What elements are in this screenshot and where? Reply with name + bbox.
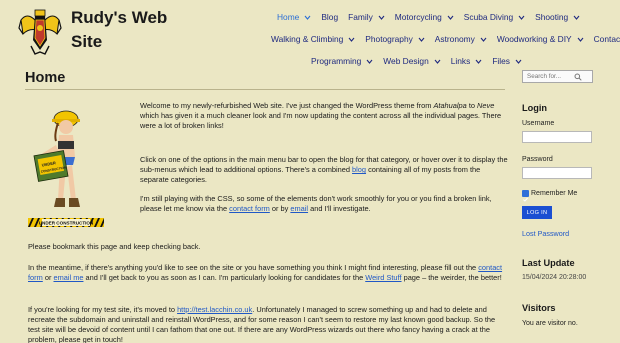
nav-item-shooting[interactable]: Shooting [530,9,585,25]
username-field[interactable] [522,131,592,143]
nav-item-programming[interactable]: Programming [306,53,378,69]
site-title-line1: Rudy's Web [71,8,168,27]
bookmark-paragraph: Please bookmark this page and keep check… [28,242,201,251]
email-link[interactable]: email [290,204,308,213]
chevron-down-icon [348,36,355,43]
nav-item-blog[interactable]: Blog [316,9,343,25]
chevron-down-icon [573,14,580,21]
password-label: Password [522,156,553,163]
nav-item-family[interactable]: Family [343,9,390,25]
menu-help-paragraph: Click on one of the options in the main … [140,155,508,185]
email-me-link[interactable]: email me [53,273,83,282]
visitors-heading: Visitors [522,303,556,313]
chevron-down-icon [518,14,525,21]
visitors-text: You are visitor no. [522,320,578,327]
remember-me-checkbox[interactable] [522,190,529,202]
construction-worker-illustration: UNDER CONSTRUCTION [33,110,80,207]
nav-item-astronomy[interactable]: Astronomy [430,31,492,47]
search-input[interactable] [522,70,593,83]
nav-item-walking-climbing[interactable]: Walking & Climbing [266,31,360,47]
nav-item-web-design[interactable]: Web Design [378,53,445,69]
chevron-down-icon [475,58,482,65]
password-field[interactable] [522,167,592,179]
title-divider [25,89,505,90]
login-heading: Login [522,103,548,113]
nav-item-links[interactable]: Links [446,53,488,69]
nav-item-motorcycling[interactable]: Motorcycling [390,9,459,25]
chevron-down-icon [304,14,311,21]
svg-text:UNDER CONSTRUCTION: UNDER CONSTRUCTION [39,221,94,226]
suggestions-paragraph: In the meantime, if there's anything you… [28,263,503,283]
under-construction-banner: UNDER CONSTRUCTION [28,218,104,227]
eagle-crest-logo[interactable] [17,6,63,58]
site-title-line2: Site [71,32,103,51]
login-button[interactable]: LOG IN [522,206,552,219]
chevron-down-icon [366,58,373,65]
username-label: Username [522,120,555,127]
main-nav-row-3: Programming Web Design Links Files [306,53,527,69]
nav-item-woodworking-diy[interactable]: Woodworking & DIY [492,31,589,47]
chevron-down-icon [515,58,522,65]
css-notice-paragraph: I'm still playing with the CSS, so some … [140,194,492,214]
nav-item-scuba-diving[interactable]: Scuba Diving [459,9,530,25]
chevron-down-icon [418,36,425,43]
chevron-down-icon [378,14,385,21]
test-site-link[interactable]: http://test.lacchin.co.uk [177,305,252,314]
chevron-down-icon [577,36,584,43]
last-update-value: 15/04/2024 20:28:00 [522,274,587,281]
nav-item-home[interactable]: Home [272,9,316,25]
remember-me-label: Remember Me [531,190,578,197]
check-icon [523,197,528,202]
lost-password-link[interactable]: Lost Password [522,229,569,238]
nav-item-photography[interactable]: Photography [360,31,430,47]
nav-item-contact-me[interactable]: Contact Me [589,31,620,47]
construction-sign: UNDER CONSTRUCTION [33,150,69,182]
chevron-down-icon [434,58,441,65]
weird-stuff-link[interactable]: Weird Stuff [365,273,401,282]
site-title[interactable]: Rudy's Web Site [71,6,181,54]
chevron-down-icon [480,36,487,43]
contact-form-link[interactable]: contact form [229,204,270,213]
intro-paragraph: Welcome to my newly-refurbished Web site… [140,101,502,131]
site-header: Rudy's Web Site Home Blog Family Motorcy… [0,0,620,66]
search-icon[interactable] [574,73,582,81]
blog-link[interactable]: blog [352,165,366,174]
page-title: Home [25,70,66,86]
main-nav-row-2: Walking & Climbing Photography Astronomy… [266,31,620,47]
last-update-heading: Last Update [522,258,575,268]
main-nav-row-1: Home Blog Family Motorcycling Scuba Divi… [272,9,585,25]
chevron-down-icon [447,14,454,21]
test-site-paragraph: If you're looking for my test site, it's… [28,305,496,343]
